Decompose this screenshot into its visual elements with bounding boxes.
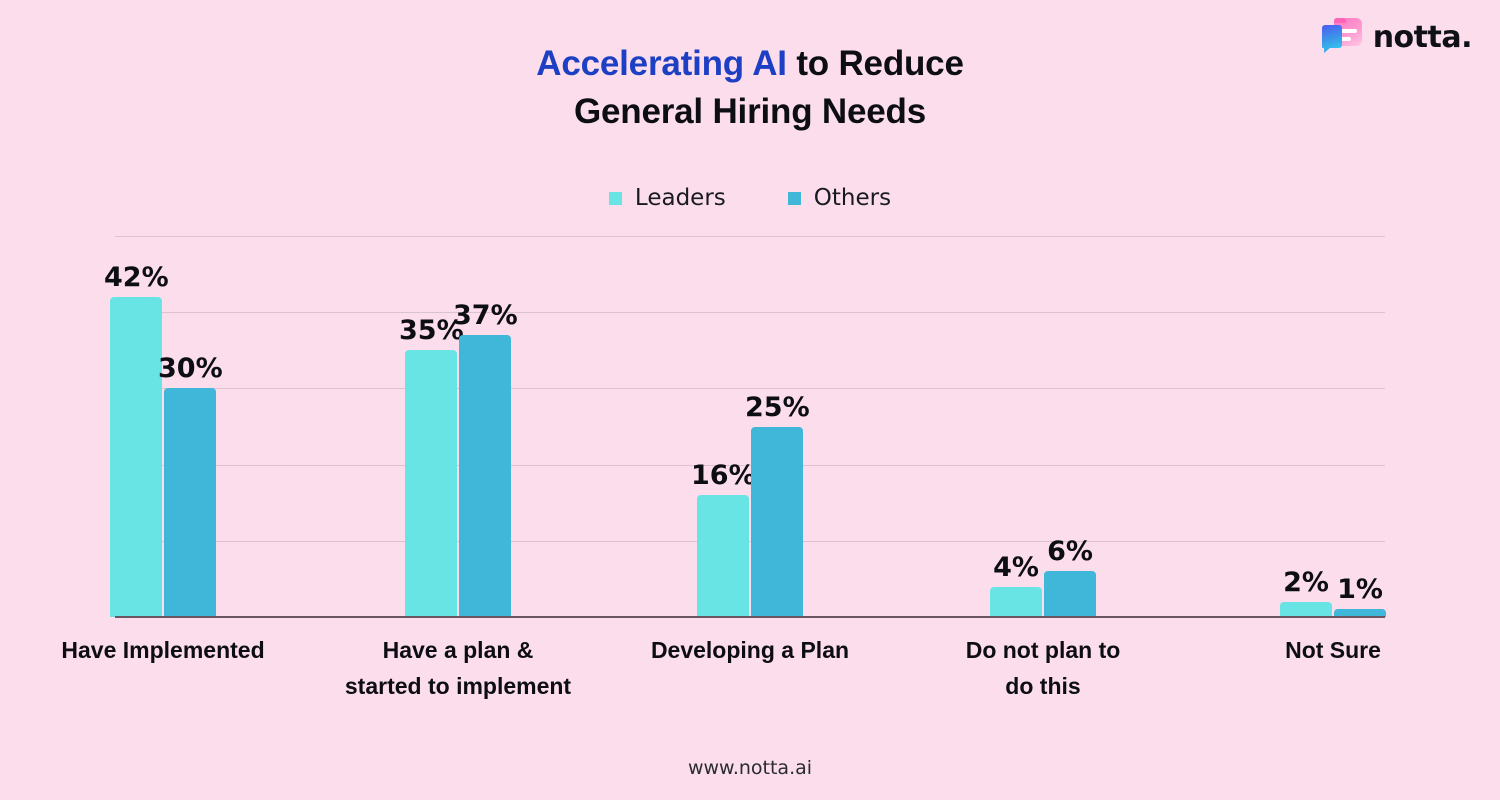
bar-value-leaders-0: 42% [104,261,169,293]
legend-swatch-icon-leaders [608,191,622,205]
chart-legend: Leaders Others [0,185,1500,211]
chart-title-accent: Accelerating AI [536,44,787,83]
footer-url: www.notta.ai [687,757,813,779]
bar-leaders-1[interactable] [405,350,457,617]
bar-leaders-2[interactable] [697,495,749,617]
legend-label-others: Others [813,185,892,211]
bar-value-others-4: 1% [1337,574,1383,606]
x-axis-label-4: Not Sure [1285,637,1381,663]
x-axis-line [115,616,1385,618]
chart-title-line2: General Hiring Needs [574,92,926,131]
gridline-40 [115,312,1385,314]
x-axis-label-0: Have Implemented [61,637,265,663]
bar-value-others-1: 37% [453,300,518,332]
legend-swatch-icon-others [787,191,801,205]
bar-value-leaders-2: 16% [691,460,756,492]
chart-title-rest: to Reduce [786,44,964,83]
gridline-50 [115,236,1385,237]
bar-leaders-4[interactable] [1280,601,1332,617]
bar-others-0[interactable] [164,388,216,617]
bar-value-others-2: 25% [745,391,810,423]
bar-leaders-3[interactable] [990,586,1042,617]
bar-others-1[interactable] [459,335,511,617]
legend-item-leaders[interactable]: Leaders [608,185,726,211]
bar-others-3[interactable] [1044,571,1096,617]
legend-item-others[interactable]: Others [787,185,892,211]
bar-leaders-0[interactable] [110,296,162,617]
gridline-30 [115,388,1385,390]
x-axis-label-1: Have a plan & started to implement [344,637,572,699]
x-axis-label-3: Do not plan to do this [965,637,1121,699]
gridline-10 [115,540,1385,542]
bar-value-others-3: 6% [1047,536,1093,568]
bar-value-others-0: 30% [158,353,223,385]
chart-title: Accelerating AI to Reduce General Hiring… [0,40,1500,136]
x-axis-label-2: Developing a Plan [650,637,850,663]
bar-others-2[interactable] [751,426,803,617]
chart-plot-area: 42% 30% 35% 37% 16% 25% 4% 6% 2% 1% [104,236,1386,617]
legend-label-leaders: Leaders [634,185,726,211]
